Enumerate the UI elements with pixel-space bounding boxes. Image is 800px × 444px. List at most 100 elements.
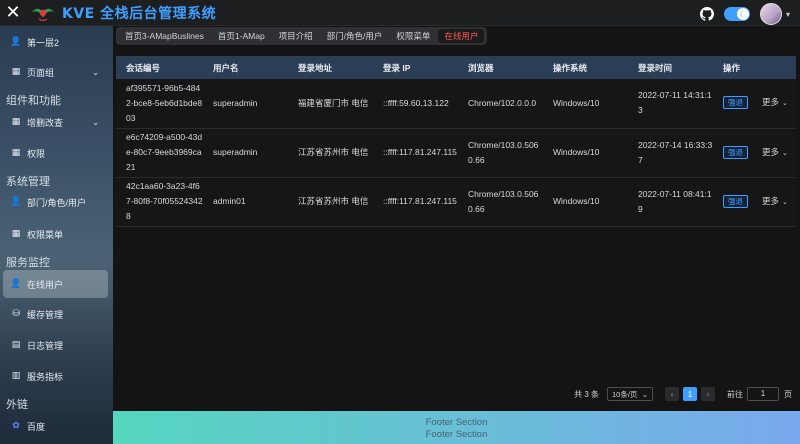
more-label: 更多 [762,146,780,157]
more-dropdown[interactable]: 更多 ⌄ [762,95,788,111]
sidebar-item-label: 服务指标 [27,371,64,382]
grid-icon: ▦ [11,117,21,127]
sidebar-group-components: 组件和功能 [6,95,61,107]
sidebar-item-permission[interactable]: ▦ 权限 [0,139,113,167]
next-page-button[interactable]: › [701,387,715,401]
sidebar-item-level1-2[interactable]: 👤 第一层2 [0,28,113,56]
column-header-browser[interactable]: 浏览器 [458,56,543,79]
table-row[interactable]: e6c74209-a500-43de-80c7-9eeb3969ca21 sup… [116,128,796,178]
page-number-current[interactable]: 1 [683,387,697,401]
sidebar-item-cache[interactable]: ⛁ 缓存管理 [0,300,113,328]
column-header-actions: 操作 [713,56,796,79]
user-icon: 👤 [10,37,22,47]
sidebar-item-label: 缓存管理 [27,309,64,320]
tab-project-intro[interactable]: 项目介绍 [273,29,319,43]
table-header-row: 会话编号 用户名 登录地址 登录 IP 浏览器 操作系统 登录时间 操作 [116,56,796,79]
tab-bar: 首页3-AMapBuslines 首页1-AMap 项目介绍 部门/角色/用户 … [116,27,488,45]
chevron-down-icon: ⌄ [92,117,99,127]
more-dropdown[interactable]: 更多 ⌄ [762,145,788,161]
sidebar-item-online-users[interactable]: 👤 在线用户 [3,270,108,298]
footer-line-2: Footer Section [425,429,488,440]
column-header-username[interactable]: 用户名 [203,56,288,79]
sidebar-item-label: 日志管理 [27,340,64,351]
cell-session-id: af395571-96b5-4842-bce8-5eb6d1bde803 [116,79,203,129]
column-header-login-ip[interactable]: 登录 IP [373,56,458,79]
cell-login-address: 江苏省苏州市 电信 [288,128,373,178]
cell-actions: 强退 更多 ⌄ [713,128,796,178]
cell-login-time: 2022-07-14 16:33:37 [628,128,713,178]
calendar-icon: ▤ [11,340,21,350]
cell-login-ip: ::ffff:117.81.247.115 [373,128,458,178]
prev-page-button[interactable]: ‹ [665,387,679,401]
sidebar-item-label: 权限菜单 [27,229,64,240]
pagination-total: 共 3 条 [574,389,599,399]
column-header-session-id[interactable]: 会话编号 [116,56,203,79]
force-logout-button[interactable]: 强退 [723,96,748,110]
top-header: ✕ KVE 全栈后台管理系统 ☾ ▾ [0,0,800,26]
tab-permission-menu[interactable]: 权限菜单 [390,29,436,43]
chevron-down-icon: ⌄ [782,197,788,206]
sidebar-item-logs[interactable]: ▤ 日志管理 [0,331,113,359]
online-users-table: 会话编号 用户名 登录地址 登录 IP 浏览器 操作系统 登录时间 操作 af3… [116,56,796,227]
sidebar-item-label: 权限 [27,148,46,159]
sidebar-item-metrics[interactable]: ▥ 服务指标 [0,362,113,390]
tab-online-users[interactable]: 在线用户 [438,29,485,43]
sidebar-item-page-group[interactable]: ▦ 页面组 ⌄ [0,58,113,86]
sidebar-item-crud[interactable]: ▦ 增删改查 ⌄ [0,108,113,136]
cell-actions: 强退 更多 ⌄ [713,79,796,129]
goto-unit: 页 [784,389,792,399]
app-title: KVE 全栈后台管理系统 [62,5,217,22]
chevron-down-icon[interactable]: ▾ [786,10,790,19]
page-size-select[interactable]: 10条/页 ⌄ [607,387,653,401]
sidebar-item-baidu[interactable]: ✿ 百度 [0,412,113,440]
sidebar-group-links: 外链 [6,399,28,411]
cell-login-time: 2022-07-11 08:41:19 [628,177,713,227]
table-row[interactable]: af395571-96b5-4842-bce8-5eb6d1bde803 sup… [116,79,796,129]
sidebar-item-label: 增删改查 [27,117,64,128]
more-dropdown[interactable]: 更多 ⌄ [762,194,788,210]
cell-login-address: 江苏省苏州市 电信 [288,177,373,227]
sidebar-item-permission-menu[interactable]: ▦ 权限菜单 [0,220,113,248]
close-icon[interactable]: ✕ [0,0,26,26]
goto-page-input[interactable]: 1 [747,387,779,401]
tab-dept-role-user[interactable]: 部门/角色/用户 [321,29,389,43]
cell-os: Windows/10 [543,128,628,178]
column-header-login-address[interactable]: 登录地址 [288,56,373,79]
cell-login-ip: ::ffff:59.60.13.122 [373,79,458,129]
user-icon: 👤 [10,279,22,289]
chevron-down-icon: ⌄ [782,148,788,157]
chevron-down-icon: ⌄ [782,99,788,108]
sidebar-item-dept-role-user[interactable]: 👤 部门/角色/用户 [0,188,113,216]
grid-icon: ▦ [11,148,21,158]
cell-login-time: 2022-07-11 14:31:13 [628,79,713,129]
cell-os: Windows/10 [543,177,628,227]
pagination: 共 3 条 10条/页 ⌄ ‹ 1 › 前往 1 页 [574,387,792,401]
column-header-os[interactable]: 操作系统 [543,56,628,79]
cell-username: admin01 [203,177,288,227]
avatar[interactable] [759,3,782,25]
theme-toggle[interactable]: ☾ [723,7,750,21]
chart-icon: ▥ [11,371,21,381]
cell-username: superadmin [203,79,288,129]
cell-browser: Chrome/103.0.5060.66 [458,177,543,227]
more-label: 更多 [762,195,780,206]
cell-session-id: 42c1aa60-3a23-4f67-80f8-70f055243428 [116,177,203,227]
tab-home1-amap[interactable]: 首页1-AMap [212,29,271,43]
sidebar-item-label: 在线用户 [27,279,64,290]
goto-label: 前往 [727,389,743,399]
column-header-login-time[interactable]: 登录时间 [628,56,713,79]
cell-session-id: e6c74209-a500-43de-80c7-9eeb3969ca21 [116,128,203,178]
cell-username: superadmin [203,128,288,178]
database-icon: ⛁ [12,309,20,319]
sidebar-item-label: 部门/角色/用户 [27,197,87,208]
page-size-value: 10条/页 [612,389,638,399]
force-logout-button[interactable]: 强退 [723,194,748,208]
chevron-down-icon: ⌄ [641,389,648,399]
github-icon[interactable] [699,7,714,21]
tab-home3-amap-buslines[interactable]: 首页3-AMapBuslines [119,29,210,43]
table-row[interactable]: 42c1aa60-3a23-4f67-80f8-70f055243428 adm… [116,177,796,227]
sidebar-group-monitor: 服务监控 [6,257,50,269]
force-logout-button[interactable]: 强退 [723,145,748,159]
sidebar-group-system: 系统管理 [6,176,50,188]
cell-login-ip: ::ffff:117.81.247.115 [373,177,458,227]
